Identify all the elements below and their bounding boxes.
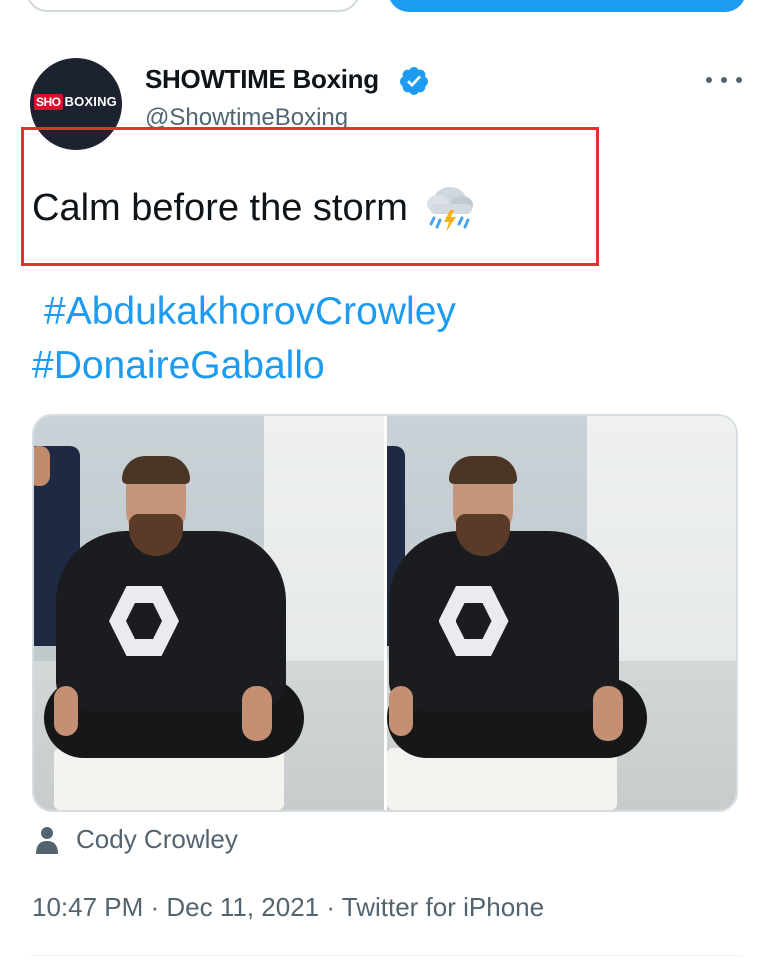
verified-badge-icon — [400, 67, 428, 95]
tweet-text: Calm before the storm — [32, 182, 476, 234]
tagged-person-name: Cody Crowley — [76, 824, 238, 854]
avatar[interactable]: SHO BOXING — [30, 58, 122, 150]
more-options-icon[interactable] — [706, 70, 742, 90]
author-handle[interactable]: @ShowtimeBoxing — [145, 104, 348, 128]
author-display-name[interactable]: SHOWTIME Boxing — [145, 64, 379, 95]
hashtag-link[interactable]: #AbdukakhorovCrowley — [44, 290, 456, 334]
follow-secondary-button[interactable] — [26, 0, 360, 12]
hashtag-link[interactable]: #DonaireGaballo — [32, 344, 325, 388]
thunder-cloud-and-rain-icon — [426, 187, 473, 232]
person-icon — [36, 826, 58, 854]
avatar-logo: SHO BOXING — [34, 94, 117, 110]
tweet-photo-2[interactable] — [386, 416, 736, 810]
avatar-logo-sho: SHO — [34, 94, 63, 110]
avatar-logo-boxing: BOXING — [64, 94, 117, 109]
tweet-timestamp[interactable]: 10:47 PM · Dec 11, 2021 · Twitter for iP… — [32, 892, 544, 923]
divider — [30, 955, 742, 956]
follow-primary-button[interactable] — [388, 0, 746, 12]
tweet-text-content: Calm before the storm — [32, 186, 408, 229]
tweet-media — [32, 414, 738, 812]
media-tag[interactable]: Cody Crowley — [36, 824, 238, 855]
tweet-photo-1[interactable] — [34, 416, 384, 810]
